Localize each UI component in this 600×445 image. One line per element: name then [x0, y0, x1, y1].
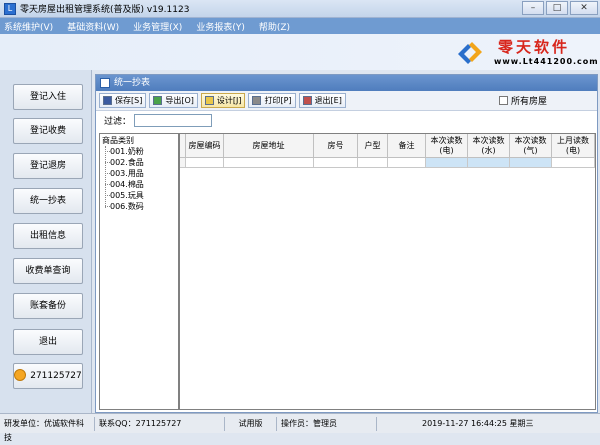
meter-reading-panel: 统一抄表 保存[S] 导出[O] 设计[J] 打印[P] 退出[E] 所有房屋 … — [95, 74, 598, 413]
meter-grid[interactable]: 房屋编码 房屋地址 房号 户型 备注 本次读数(电) 本次读数(水) 本次读数(… — [179, 133, 596, 410]
export-button[interactable]: 导出[O] — [149, 93, 198, 108]
exit-label: 退出[E] — [314, 96, 342, 105]
qq-number: 271125727 — [30, 371, 82, 381]
grid-cell[interactable] — [552, 158, 595, 168]
meter-reading-button[interactable]: 统一抄表 — [13, 188, 83, 214]
save-label: 保存[S] — [115, 96, 143, 105]
filter-row: 过滤： — [96, 111, 597, 129]
menu-bar: 系统维护(V) 基础资料(W) 业务管理(X) 业务报表(Y) 帮助(Z) — [0, 18, 600, 34]
exit-icon — [302, 96, 312, 105]
logo-url: www.Lt441200.com — [494, 57, 599, 66]
export-label: 导出[O] — [165, 96, 194, 105]
design-icon — [204, 96, 214, 105]
sidebar: 登记入住 登记收费 登记退房 统一抄表 出租信息 收费单查询 账套备份 退出 2… — [0, 70, 92, 413]
filter-label: 过滤： — [104, 116, 132, 127]
print-label: 打印[P] — [264, 96, 292, 105]
tree-item[interactable]: 002.食品 — [102, 157, 176, 168]
menu-system[interactable]: 系统维护(V) — [4, 20, 53, 33]
menu-reports[interactable]: 业务报表(Y) — [196, 20, 245, 33]
charge-button[interactable]: 登记收费 — [13, 118, 83, 144]
qq-icon — [14, 368, 27, 381]
logo-brand: 零天软件 — [498, 38, 571, 56]
print-button[interactable]: 打印[P] — [248, 93, 296, 108]
close-button[interactable]: ✕ — [570, 1, 598, 15]
panel-title: 统一抄表 — [114, 78, 151, 88]
col-address[interactable]: 房屋地址 — [224, 134, 314, 158]
status-datetime: 2019-11-27 16:44:25 星期三 — [422, 418, 534, 428]
rental-info-button[interactable]: 出租信息 — [13, 223, 83, 249]
export-icon — [153, 96, 163, 105]
design-button[interactable]: 设计[J] — [200, 93, 246, 108]
col-remark[interactable]: 备注 — [388, 134, 426, 158]
all-houses-label: 所有房屋 — [510, 97, 547, 107]
status-trial: 试用版 — [225, 416, 277, 431]
window-controls: – □ ✕ — [522, 1, 598, 15]
save-icon — [103, 96, 112, 105]
design-label: 设计[J] — [216, 96, 242, 105]
status-developer: 研发单位：优诚软件科技 — [0, 416, 95, 442]
status-operator: 操作员：管理员 — [277, 416, 377, 431]
panel-icon — [100, 78, 110, 88]
grid-cell[interactable] — [426, 158, 468, 168]
logo-mark-icon — [458, 42, 482, 64]
table-row[interactable] — [180, 158, 595, 168]
banner: 零天软件 www.Lt441200.com — [0, 34, 600, 70]
tree-item[interactable]: 005.玩具 — [102, 190, 176, 201]
logo: 零天软件 www.Lt441200.com — [456, 36, 598, 68]
col-layout[interactable]: 户型 — [358, 134, 388, 158]
filter-input[interactable] — [134, 113, 213, 127]
exit-button[interactable]: 退出 — [13, 329, 83, 355]
tree-item[interactable]: 004.棉品 — [102, 179, 176, 190]
menu-help[interactable]: 帮助(Z) — [259, 20, 290, 33]
grid-cell[interactable] — [358, 158, 388, 168]
col-gas-current[interactable]: 本次读数(气) — [510, 134, 552, 158]
qq-contact-button[interactable]: 271125727 — [13, 363, 83, 389]
tree-item[interactable]: 006.数码 — [102, 201, 176, 212]
menu-basic-data[interactable]: 基础资料(W) — [67, 20, 119, 33]
backup-button[interactable]: 账套备份 — [13, 293, 83, 319]
all-houses-checkbox[interactable]: 所有房屋 — [498, 94, 547, 107]
col-room-no[interactable]: 房号 — [314, 134, 358, 158]
grid-cell[interactable] — [224, 158, 314, 168]
grid-cell[interactable] — [510, 158, 552, 168]
bill-query-button[interactable]: 收费单查询 — [13, 258, 83, 284]
exit-panel-button[interactable]: 退出[E] — [298, 93, 346, 108]
maximize-button[interactable]: □ — [546, 1, 568, 15]
save-button[interactable]: 保存[S] — [99, 93, 147, 108]
printer-icon — [252, 96, 262, 105]
col-water-current[interactable]: 本次读数(水) — [468, 134, 510, 158]
checkin-button[interactable]: 登记入住 — [13, 84, 83, 110]
grid-cell[interactable] — [314, 158, 358, 168]
col-elec-current[interactable]: 本次读数(电) — [426, 134, 468, 158]
grid-cell[interactable] — [186, 158, 224, 168]
toolbar: 保存[S] 导出[O] 设计[J] 打印[P] 退出[E] 所有房屋 — [96, 91, 597, 111]
checkout-button[interactable]: 登记退房 — [13, 153, 83, 179]
category-tree[interactable]: 商品类别 001.奶粉 002.食品 003.用品 004.棉品 005.玩具 … — [99, 133, 179, 410]
tree-item[interactable]: 003.用品 — [102, 168, 176, 179]
panel-title-bar: 统一抄表 — [96, 75, 597, 91]
title-bar: L 零天房屋出租管理系统(普及版) v19.1123 – □ ✕ — [0, 0, 600, 18]
checkbox-box[interactable] — [498, 96, 508, 105]
tree-root[interactable]: 商品类别 — [102, 135, 176, 146]
menu-business[interactable]: 业务管理(X) — [133, 20, 182, 33]
grid-cell[interactable] — [388, 158, 426, 168]
grid-header: 房屋编码 房屋地址 房号 户型 备注 本次读数(电) 本次读数(水) 本次读数(… — [180, 134, 595, 158]
minimize-button[interactable]: – — [522, 1, 544, 15]
grid-cell[interactable] — [468, 158, 510, 168]
col-house-code[interactable]: 房屋编码 — [186, 134, 224, 158]
window-title: 零天房屋出租管理系统(普及版) v19.1123 — [20, 5, 190, 15]
status-qq: 联系QQ：271125727 — [95, 416, 225, 431]
app-icon: L — [4, 2, 16, 15]
tree-item[interactable]: 001.奶粉 — [102, 146, 176, 157]
status-bar: 研发单位：优诚软件科技 联系QQ：271125727 试用版 操作员：管理员 2… — [0, 413, 600, 442]
col-elec-last[interactable]: 上月读数(电) — [552, 134, 595, 158]
